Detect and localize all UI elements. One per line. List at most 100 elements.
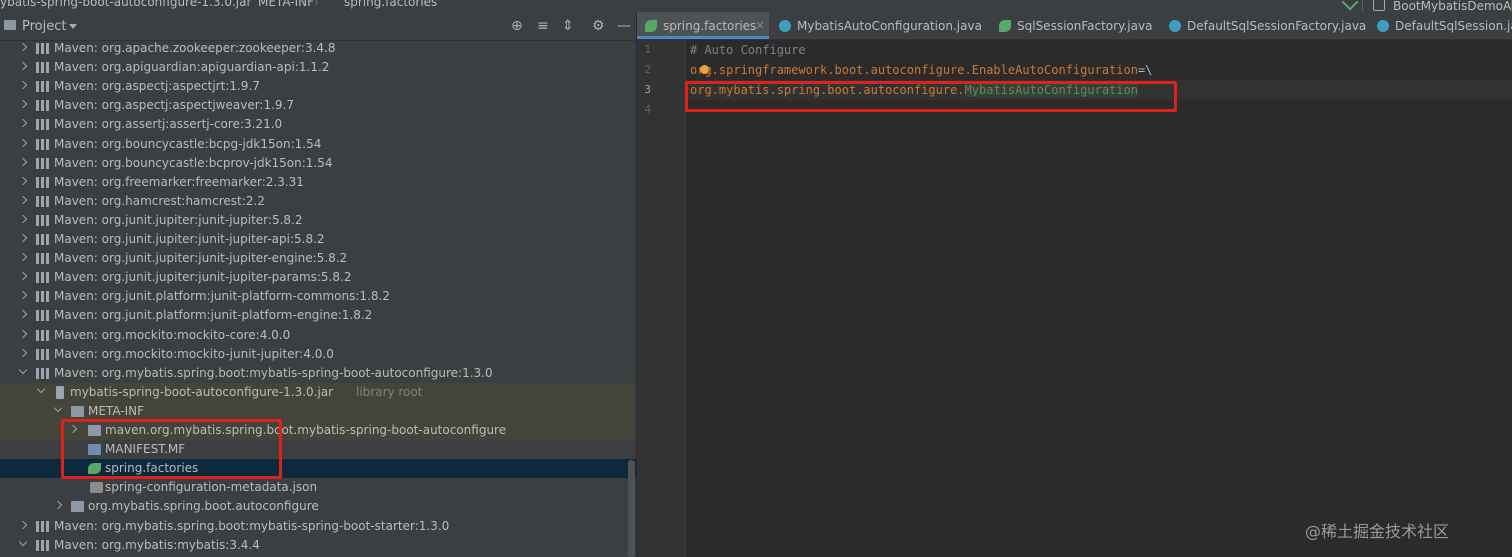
breadcrumb-file[interactable]: spring.factories xyxy=(344,0,437,9)
tree-node[interactable]: Maven: org.mybatis.spring.boot:mybatis-s… xyxy=(0,517,636,536)
chevron-right-icon[interactable] xyxy=(18,119,28,128)
library-icon xyxy=(36,119,49,131)
tree-node-annotation: library root xyxy=(356,384,423,399)
expand-all-icon[interactable]: ≡ xyxy=(537,18,549,34)
tree-node-label: Maven: org.apache.zookeeper:zookeeper:3.… xyxy=(54,41,336,55)
tree-node[interactable]: Maven: org.aspectj:aspectjrt:1.9.7 xyxy=(0,77,636,96)
chevron-right-icon[interactable] xyxy=(18,233,28,243)
tree-node[interactable]: Maven: org.mockito:mockito-junit-jupiter… xyxy=(0,345,636,364)
tree-node-label: Maven: org.mockito:mockito-junit-jupiter… xyxy=(54,346,334,361)
tree-node[interactable]: Maven: org.junit.jupiter:junit-jupiter:5… xyxy=(0,211,636,230)
tree-node-label: Maven: org.junit.platform:junit-platform… xyxy=(54,289,390,304)
build-arrow-icon[interactable] xyxy=(1341,0,1359,11)
chevron-right-icon[interactable] xyxy=(18,100,28,109)
tree-node-label: Maven: org.junit.jupiter:junit-jupiter-p… xyxy=(54,270,352,285)
line-number: 1 xyxy=(644,43,651,56)
tab-label: DefaultSqlSessionFactory.java xyxy=(1187,19,1367,33)
chevron-right-icon[interactable] xyxy=(18,61,28,71)
chevron-right-icon[interactable] xyxy=(18,329,28,338)
tab-default-sql-session-factory[interactable]: DefaultSqlSessionFactory.java xyxy=(1161,12,1367,39)
chevron-right-icon[interactable] xyxy=(18,42,28,52)
tree-node[interactable]: Maven: org.junit.jupiter:junit-jupiter-p… xyxy=(0,268,636,287)
chevron-right-icon[interactable] xyxy=(18,310,28,319)
property-separator: =\ xyxy=(1137,63,1153,77)
breadcrumb-jar[interactable]: ybatis-spring-boot-autoconfigure-1.3.0.j… xyxy=(0,0,251,9)
run-config-selector[interactable]: BootMybatisDemoAp xyxy=(1362,0,1512,12)
collapse-all-icon[interactable]: ⇕ xyxy=(562,18,574,34)
breadcrumb-separator: › xyxy=(314,0,319,9)
tree-node[interactable]: Maven: org.apache.zookeeper:zookeeper:3.… xyxy=(0,39,636,58)
chevron-right-icon[interactable] xyxy=(18,252,28,262)
tree-node-label: Maven: org.mybatis.spring.boot:mybatis-s… xyxy=(54,518,450,533)
chevron-down-icon[interactable] xyxy=(18,365,28,374)
tree-node[interactable]: Maven: org.bouncycastle:bcprov-jdk15on:1… xyxy=(0,154,636,173)
code-line-1: # Auto Configure xyxy=(690,43,806,57)
close-icon[interactable]: × xyxy=(755,18,765,32)
tree-node-label: spring-configuration-metadata.json xyxy=(105,480,318,495)
library-icon xyxy=(36,329,49,341)
tree-node[interactable]: Maven: org.junit.platform:junit-platform… xyxy=(0,306,636,325)
chevron-right-icon[interactable] xyxy=(18,157,28,166)
chevron-down-icon[interactable] xyxy=(53,403,63,413)
chevron-down-icon[interactable] xyxy=(18,537,28,546)
tree-node[interactable]: Maven: org.freemarker:freemarker:2.3.31 xyxy=(0,173,636,192)
tree-node-label: Maven: org.assertj:assertj-core:3.21.0 xyxy=(54,117,283,132)
code-editor[interactable]: # Auto Configure org.springframework.boo… xyxy=(686,40,1512,557)
locate-icon[interactable]: ⊕ xyxy=(511,18,523,34)
chevron-down-icon[interactable] xyxy=(36,384,46,394)
tree-node[interactable]: Maven: org.assertj:assertj-core:3.21.0 xyxy=(0,115,636,134)
line-number: 2 xyxy=(644,63,651,76)
tree-node[interactable]: Maven: org.apiguardian:apiguardian-api:1… xyxy=(0,58,636,77)
spring-leaf-icon xyxy=(645,20,657,32)
code-line-2: org.springframework.boot.autoconfigure.E… xyxy=(690,63,1152,77)
tab-label: SqlSessionFactory.java xyxy=(1017,19,1153,33)
tree-node[interactable]: mybatis-spring-boot-autoconfigure-1.3.0.… xyxy=(0,382,636,402)
tree-node[interactable]: Maven: org.junit.jupiter:junit-jupiter-a… xyxy=(0,230,636,249)
tab-sql-session-factory[interactable]: SqlSessionFactory.java xyxy=(991,12,1159,39)
tree-node[interactable]: Maven: org.mybatis.spring.boot:mybatis-s… xyxy=(0,364,636,383)
project-panel-title[interactable]: Project xyxy=(22,19,66,34)
chevron-right-icon[interactable] xyxy=(53,501,63,510)
line-number: 4 xyxy=(644,103,651,116)
tree-node[interactable]: Maven: org.junit.jupiter:junit-jupiter-e… xyxy=(0,249,636,268)
tab-label: MybatisAutoConfiguration.java xyxy=(797,19,982,33)
tree-node[interactable]: Maven: org.hamcrest:hamcrest:2.2 xyxy=(0,192,636,211)
java-class-icon xyxy=(1377,20,1389,32)
chevron-down-icon[interactable] xyxy=(69,24,77,29)
tab-mybatis-auto-configuration[interactable]: MybatisAutoConfiguration.java xyxy=(771,12,989,39)
hide-icon[interactable]: — xyxy=(617,18,631,34)
tree-node-label: Maven: org.junit.jupiter:junit-jupiter-a… xyxy=(54,232,325,246)
intention-bulb-icon[interactable] xyxy=(700,65,709,74)
chevron-right-icon[interactable] xyxy=(18,138,28,147)
tree-node[interactable]: Maven: org.mockito:mockito-core:4.0.0 xyxy=(0,326,636,345)
tree-node-label: Maven: org.apiguardian:apiguardian-api:1… xyxy=(54,60,330,75)
library-icon xyxy=(36,272,49,284)
tree-node-label: META-INF xyxy=(88,403,145,418)
tree-node[interactable]: Maven: org.aspectj:aspectjweaver:1.9.7 xyxy=(0,96,636,115)
tree-node[interactable]: Maven: org.junit.platform:junit-platform… xyxy=(0,287,636,306)
tree-scrollbar[interactable] xyxy=(628,460,635,557)
interface-icon xyxy=(999,20,1011,32)
library-icon xyxy=(36,81,49,93)
chevron-right-icon[interactable] xyxy=(18,291,28,300)
tree-node-label: Maven: org.aspectj:aspectjweaver:1.9.7 xyxy=(54,98,295,113)
chevron-right-icon[interactable] xyxy=(18,195,28,205)
chevron-right-icon[interactable] xyxy=(18,271,28,281)
tree-node[interactable]: spring-configuration-metadata.json xyxy=(0,478,636,497)
chevron-right-icon[interactable] xyxy=(18,176,28,185)
tab-spring-factories[interactable]: spring.factories × xyxy=(637,12,769,39)
gear-icon[interactable]: ⚙ xyxy=(592,18,605,34)
tree-node[interactable]: Maven: org.bouncycastle:bcpg-jdk15on:1.5… xyxy=(0,135,636,154)
tree-node[interactable]: Maven: org.mybatis:mybatis:3.4.4 xyxy=(0,536,636,555)
chevron-right-icon[interactable] xyxy=(18,214,28,224)
tree-node[interactable]: org.mybatis.spring.boot.autoconfigure xyxy=(0,497,636,516)
breadcrumb-folder[interactable]: META-INF xyxy=(258,0,314,9)
chevron-right-icon[interactable] xyxy=(18,348,28,357)
property-key: org.springframework.boot.autoconfigure.E… xyxy=(690,63,1138,77)
tab-default-sql-session[interactable]: DefaultSqlSession.java xyxy=(1369,12,1512,39)
library-icon xyxy=(36,138,49,150)
chevron-right-icon[interactable] xyxy=(18,80,28,90)
library-icon xyxy=(36,520,49,532)
run-config-label: BootMybatisDemoAp xyxy=(1393,0,1512,12)
chevron-right-icon[interactable] xyxy=(18,520,28,529)
